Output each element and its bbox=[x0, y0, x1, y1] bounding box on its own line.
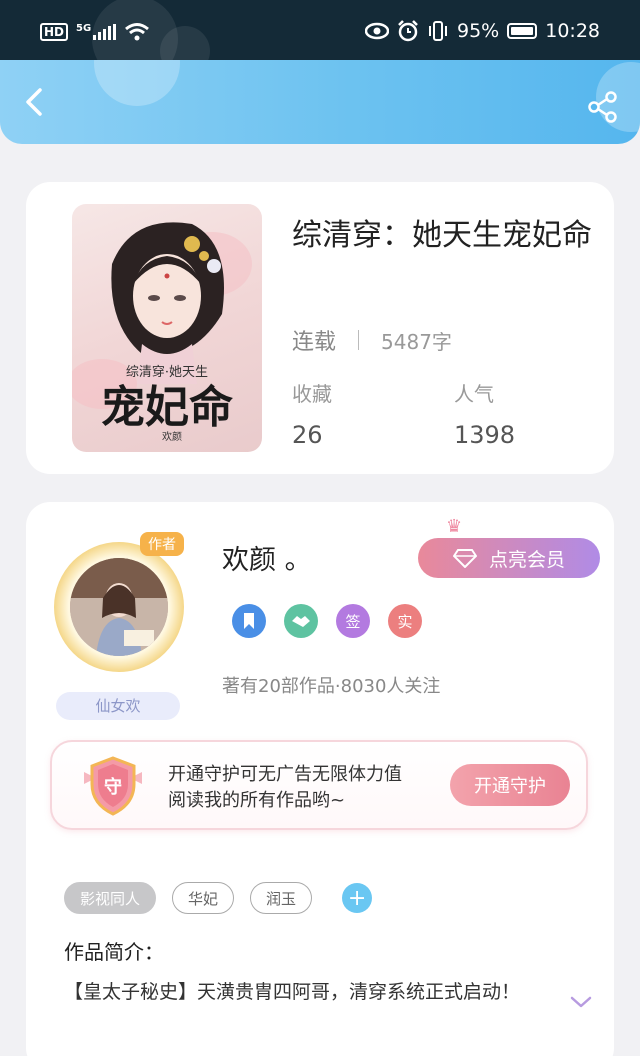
vibrate-icon bbox=[429, 21, 447, 41]
plus-icon: + bbox=[347, 885, 367, 911]
add-tag-button[interactable]: + bbox=[342, 883, 373, 913]
badge-verified[interactable]: 实 bbox=[388, 604, 422, 638]
guard-shield-icon: 守 bbox=[82, 754, 144, 818]
network-type: 5G bbox=[76, 22, 92, 34]
book-info-card: 综清穿·她天生 宠妃命 欢颜 综清穿：她天生宠妃命 连载 5487字 收藏 26… bbox=[26, 182, 614, 474]
favorites-label: 收藏 bbox=[292, 382, 332, 406]
share-icon bbox=[588, 91, 617, 123]
wifi-icon bbox=[125, 23, 150, 41]
serial-status: 连载 bbox=[292, 330, 337, 355]
vip-button-label: 点亮会员 bbox=[488, 548, 565, 571]
alarm-icon bbox=[398, 20, 418, 42]
author-card: 作者 仙女欢 欢颜 。 ♛ 点亮会员 签 实 著有20部作品·8030人关注 守 bbox=[26, 502, 614, 1056]
guard-promo-banner: 守 开通守护可无广告无限体力值 阅读我的所有作品哟~ 开通守护 bbox=[50, 740, 588, 830]
word-count: 5487字 bbox=[381, 329, 452, 354]
battery-percent: 95% bbox=[457, 20, 500, 42]
author-badges: 签 实 bbox=[232, 604, 422, 638]
tag-item[interactable]: 华妃 bbox=[172, 882, 235, 914]
svg-text:欢颜: 欢颜 bbox=[162, 430, 182, 443]
status-bar: HD 5G 95% 10:28 bbox=[0, 0, 640, 82]
tag-item[interactable]: 影视同人 bbox=[64, 882, 157, 914]
book-status-row: 连载 5487字 bbox=[292, 324, 452, 356]
favorites-stat: 收藏 26 bbox=[292, 378, 332, 449]
book-cover-image[interactable]: 综清穿·她天生 宠妃命 欢颜 bbox=[72, 204, 262, 452]
intro-heading: 作品简介： bbox=[64, 940, 164, 964]
author-avatar-frame[interactable]: 作者 bbox=[54, 532, 184, 672]
back-button[interactable] bbox=[18, 84, 54, 120]
diamond-icon bbox=[452, 549, 477, 568]
avatar bbox=[70, 558, 168, 656]
fan-group-tag[interactable]: 仙女欢 bbox=[56, 692, 180, 720]
author-name[interactable]: 欢颜 。 bbox=[222, 538, 312, 577]
chevron-down-icon bbox=[570, 996, 592, 1008]
favorites-value: 26 bbox=[292, 421, 323, 449]
share-button[interactable] bbox=[586, 90, 620, 124]
badge-handshake-icon[interactable] bbox=[284, 604, 318, 638]
light-up-vip-button[interactable]: 点亮会员 bbox=[418, 538, 600, 578]
signal-icon bbox=[93, 24, 117, 40]
guard-description: 开通守护可无广告无限体力值 阅读我的所有作品哟~ bbox=[168, 762, 402, 814]
svg-text:宠妃命: 宠妃命 bbox=[101, 382, 233, 433]
guard-line-2: 阅读我的所有作品哟~ bbox=[168, 790, 346, 811]
popularity-value: 1398 bbox=[454, 421, 516, 449]
book-title: 综清穿：她天生宠妃命 bbox=[292, 218, 592, 253]
divider bbox=[358, 330, 360, 350]
svg-text:综清穿·她天生: 综清穿·她天生 bbox=[126, 364, 208, 380]
svg-text:守: 守 bbox=[104, 776, 122, 798]
open-guard-button[interactable]: 开通守护 bbox=[450, 764, 570, 806]
chevron-left-icon bbox=[26, 88, 42, 116]
tag-list: 影视同人 华妃 润玉 + bbox=[64, 882, 373, 914]
eye-icon bbox=[365, 22, 389, 40]
badge-signed[interactable]: 签 bbox=[336, 604, 370, 638]
popularity-stat: 人气 1398 bbox=[454, 378, 515, 449]
popularity-label: 人气 bbox=[454, 382, 494, 406]
tag-item[interactable]: 润玉 bbox=[250, 882, 313, 914]
expand-intro-button[interactable] bbox=[568, 992, 594, 1012]
hd-indicator: HD bbox=[40, 23, 69, 41]
author-badge: 作者 bbox=[140, 532, 184, 556]
top-header bbox=[0, 60, 640, 144]
intro-text: 【皇太子秘史】天潢贵胄四阿哥，清穿系统正式启动！ bbox=[64, 981, 521, 1003]
guard-line-1: 开通守护可无广告无限体力值 bbox=[168, 764, 402, 785]
battery-icon bbox=[507, 23, 538, 39]
badge-bookmark-icon[interactable] bbox=[232, 604, 266, 638]
crown-icon: ♛ bbox=[446, 516, 463, 537]
clock: 10:28 bbox=[545, 20, 600, 42]
author-works-info: 著有20部作品·8030人关注 bbox=[222, 676, 441, 697]
